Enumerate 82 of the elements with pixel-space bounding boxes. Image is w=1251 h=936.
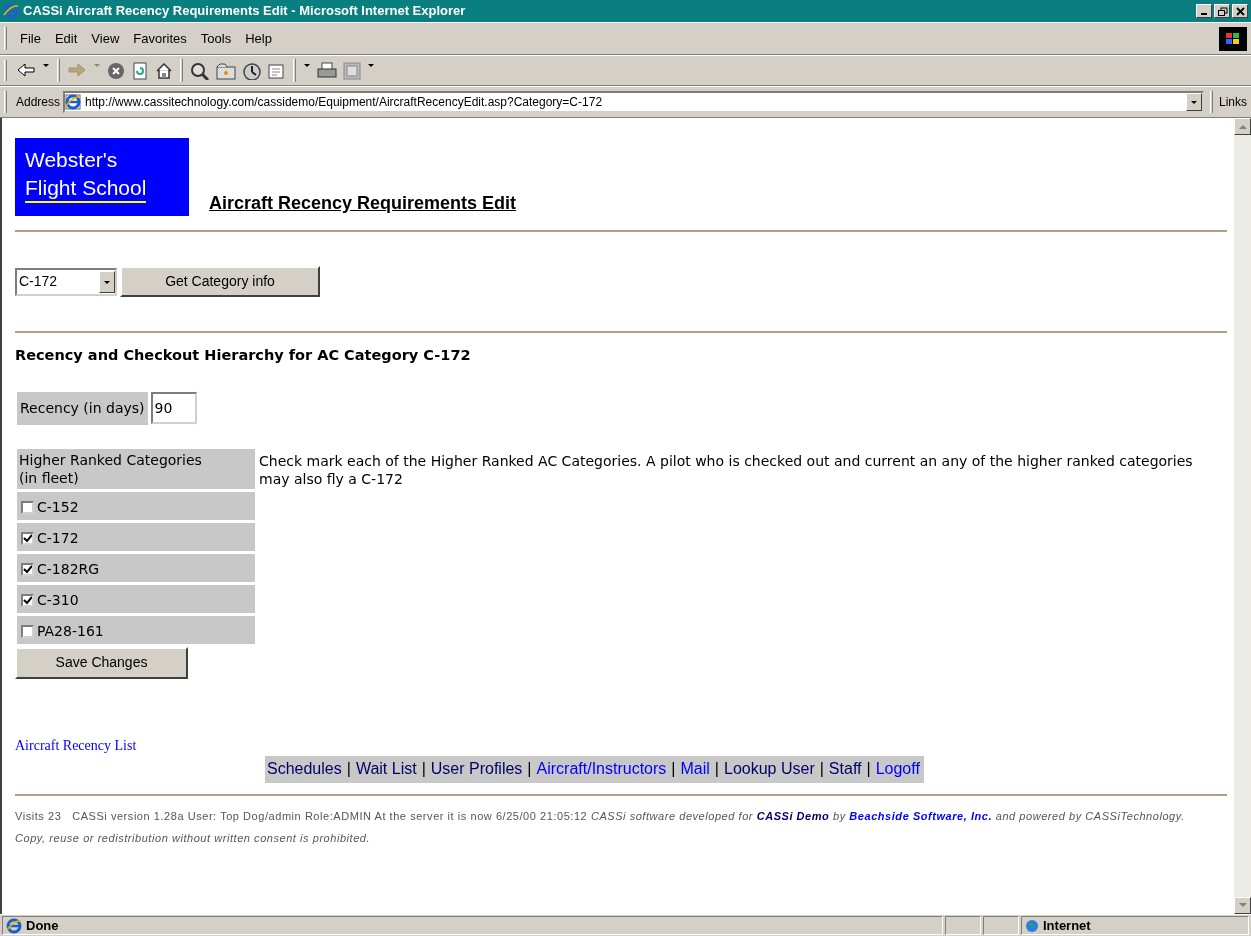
caret-icon [1190,99,1198,105]
window-title: CASSi Aircraft Recency Requirements Edit - Microsoft Internet Explorer [23,2,467,21]
footer-link[interactable]: CASSi Demo [756,809,830,822]
menu-item[interactable]: Favorites [126,26,194,51]
footer-link[interactable]: Beachside Software, Inc. [849,809,993,822]
nav-link[interactable]: Mail [680,759,710,777]
nav-link[interactable]: Aircraft/Instructors [536,759,667,777]
nav-link[interactable]: Schedules [267,759,342,777]
checkbox[interactable] [21,500,34,514]
category-label: C-182RG [37,559,100,579]
page-title: Aircraft Recency Requirements Edit [209,192,517,215]
ie-logo-icon [3,3,19,19]
checkbox[interactable] [21,624,34,638]
menu-item[interactable]: View [84,26,127,51]
category-label: PA28-161 [37,621,104,641]
category-label: C-310 [37,590,79,610]
checkbox[interactable] [21,531,34,545]
maximize-icon [1216,6,1228,16]
folder-icon[interactable] [216,61,236,80]
nav-link[interactable]: Logoff [875,759,920,777]
address-field[interactable]: http://www.cassitechnology.com/cassidemo/Equipment/AircraftRecencyEdit.asp?Category=C-172 [63,91,1204,113]
menu-item[interactable]: Help [238,26,279,51]
footer-text: Visits 23 CASSi version 1.28a User: Top Dog/admin Role:ADMIN At the server it is now 6/25/00 21:05:12 CASSi software developed for CASSi Demo by Beachside Software, Inc. and powered by CASSiTechnology. Copy, reuse or redistribution without written consent is prohibited. [15,808,1186,846]
get-category-button[interactable]: Get Category info [120,266,320,297]
minimize-button[interactable] [1196,4,1212,18]
status-pane [983,916,1019,935]
links-button[interactable]: Links [1219,93,1247,111]
mail-icon[interactable] [268,61,286,80]
minimize-icon [1201,13,1207,15]
refresh-icon[interactable] [131,61,149,80]
category-label: C-172 [37,528,79,548]
separator: | [866,759,871,777]
nav-link[interactable]: Staff [828,759,862,777]
scroll-up-button[interactable] [1234,118,1251,135]
menu-item[interactable]: Edit [47,26,85,51]
dropdown-button[interactable] [1186,93,1202,111]
recency-field[interactable]: 90 [150,391,197,424]
zone-text: Internet [1043,916,1091,935]
close-icon [1234,6,1246,16]
up-arrow-icon [1238,124,1247,129]
recency-list-link[interactable]: Aircraft Recency List [15,734,137,756]
back-icon[interactable] [16,61,36,80]
instructions-text: Check mark each of the Higher Ranked AC Categories. A pilot who is checked out and current an any of the higher ranked categories may also fly a C-172 [259,451,1194,489]
search-icon[interactable] [190,61,210,80]
address-label: Address [16,94,61,111]
separator: | [346,759,351,777]
globe-icon [1025,918,1039,933]
nav-link[interactable]: Lookup User [724,759,815,777]
nav-link[interactable]: User Profiles [430,759,523,777]
menu-item[interactable]: Tools [193,26,239,51]
page-icon [65,94,82,110]
ie-page-icon [6,917,22,934]
menu-item[interactable]: File [13,26,48,51]
down-arrow-icon [1238,903,1247,908]
windows-logo-icon [1219,26,1247,51]
separator: | [819,759,824,777]
scrollbar[interactable] [1234,118,1251,914]
category-select[interactable]: C-172 [15,267,117,296]
history-icon[interactable] [242,61,262,80]
printer-icon[interactable] [317,61,337,80]
separator: | [527,759,532,777]
categories-header: Higher Ranked Categories (in fleet) [17,448,255,489]
status-pane [945,916,981,935]
status-text: Done [26,916,59,935]
nav-link[interactable]: Wait List [355,759,417,777]
save-changes-button[interactable]: Save Changes [15,646,188,679]
separator: | [671,759,676,777]
separator: | [421,759,426,777]
logo-text: Webster's [25,147,119,173]
scroll-down-button[interactable] [1234,897,1251,914]
logo-text: Flight School [25,175,147,203]
stop-icon[interactable] [107,61,125,80]
close-button[interactable] [1232,4,1248,18]
home-icon[interactable] [155,61,173,80]
caret-icon [103,278,111,285]
category-label: C-152 [37,497,79,517]
separator: | [714,759,719,777]
section-heading: Recency and Checkout Hierarchy for AC Category C-172 [15,346,472,365]
maximize-button[interactable] [1214,4,1230,18]
checkbox[interactable] [21,593,34,607]
checkbox[interactable] [21,562,34,576]
recency-label: Recency (in days) [17,391,148,425]
